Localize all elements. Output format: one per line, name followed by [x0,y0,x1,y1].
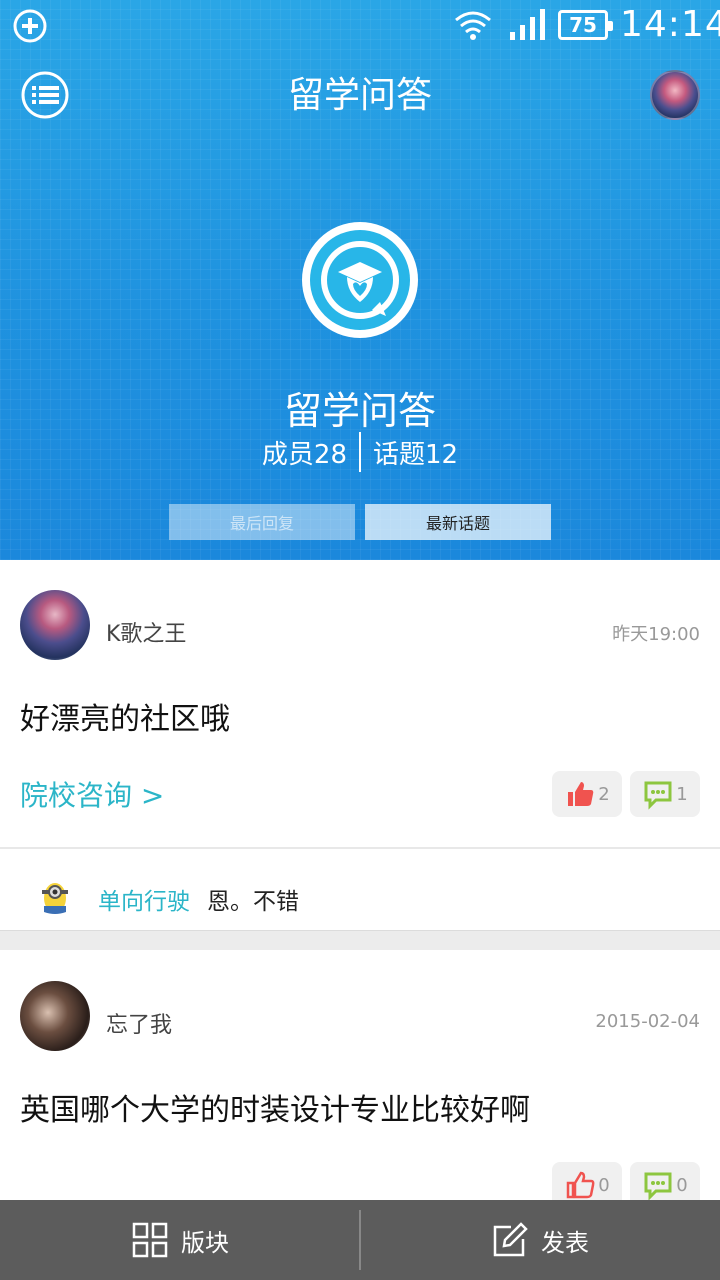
reply-username[interactable]: 单向行驶 [98,882,190,916]
comment-count: 0 [676,1174,688,1196]
post-title[interactable]: 好漂亮的社区哦 [20,694,230,738]
post-separator [0,930,720,950]
comment-button[interactable]: 1 [630,771,700,817]
bottom-nav: 版块 发表 [0,1200,720,1280]
post-card[interactable]: 忘了我 2015-02-04 英国哪个大学的时装设计专业比较好啊 0 0 [0,951,720,1208]
comment-icon [644,1172,672,1201]
comment-count: 1 [676,783,688,805]
avatar[interactable] [20,981,90,1051]
community-name: 留学问答 [283,389,436,433]
page-title: 留学问答 [287,75,432,116]
post-card[interactable]: K歌之王 昨天19:00 好漂亮的社区哦 院校咨询 > 2 1 [0,560,720,850]
like-count: 0 [598,1174,610,1196]
compose-icon [493,1222,528,1257]
community-logo-icon [302,222,418,338]
board-button[interactable]: 版块 [0,1200,360,1280]
comment-icon [644,781,672,810]
grid-icon [132,1222,168,1258]
like-count: 2 [598,783,610,805]
thumbs-up-icon [568,782,594,806]
reply-text: 恩。不错 [207,889,299,915]
status-time: 14:14 [620,4,720,45]
post-username[interactable]: 忘了我 [106,1007,172,1039]
battery-indicator: 75 [558,10,613,40]
nav-divider [359,1210,361,1270]
like-button[interactable]: 2 [552,771,622,817]
stats-divider [359,432,361,472]
user-avatar[interactable] [650,70,700,120]
avatar[interactable] [20,590,90,660]
members-count: 成员28 [261,439,347,470]
wifi-icon [455,11,491,40]
topics-count: 话题12 [373,439,459,470]
community-stats: 成员28 话题12 [0,432,720,472]
post-username[interactable]: K歌之王 [106,616,186,648]
post-category-link[interactable]: 院校咨询 > [20,774,164,814]
tab-last-reply[interactable]: 最后回复 [169,504,355,540]
board-label: 版块 [181,1228,229,1257]
add-circle-icon [13,9,47,43]
signal-icon [510,9,545,40]
thumbs-up-outline-icon [567,1171,595,1199]
tab-newest-topic[interactable]: 最新话题 [365,504,551,540]
reply-preview[interactable]: 单向行驶 恩。不错 [0,850,720,930]
status-bar: 75 14:14 [0,0,720,50]
divider [0,847,720,849]
post-time: 昨天19:00 [612,624,700,645]
post-title[interactable]: 英国哪个大学的时装设计专业比较好啊 [20,1085,530,1129]
publish-label: 发表 [541,1228,589,1257]
post-time: 2015-02-04 [595,1011,700,1032]
minion-avatar-icon [42,883,68,914]
publish-button[interactable]: 发表 [360,1200,720,1280]
